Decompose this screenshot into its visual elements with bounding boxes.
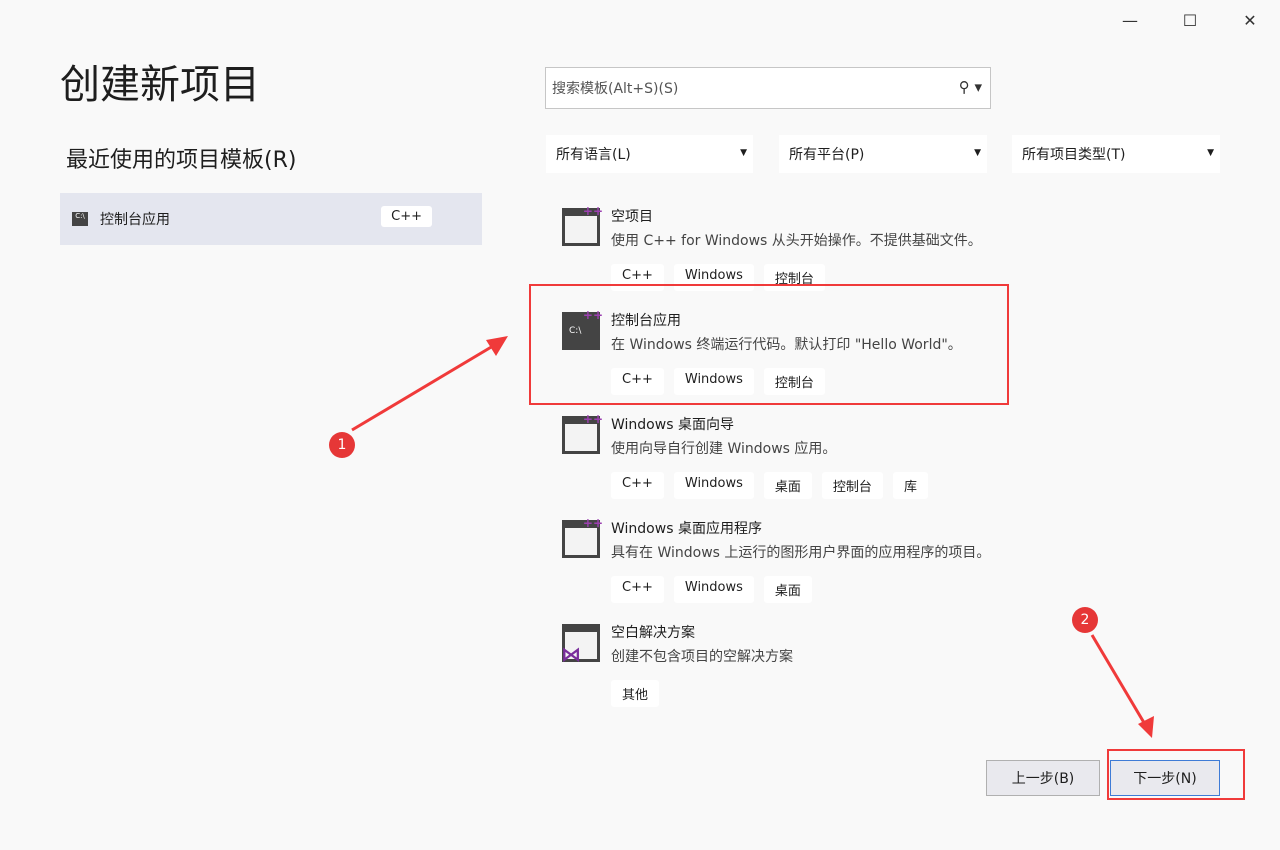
annotation-badge-2: 2 [1072,607,1098,633]
highlight-box [1107,749,1245,800]
back-button[interactable]: 上一步(B) [986,760,1100,796]
annotation-arrows [0,0,1280,850]
annotation-badge-1: 1 [329,432,355,458]
